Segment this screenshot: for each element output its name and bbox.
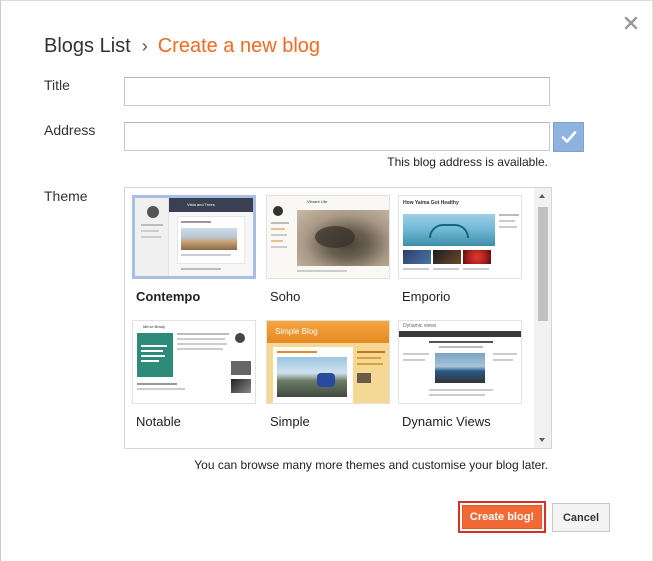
theme-contempo[interactable]: Vista and Trees Contempo bbox=[132, 195, 256, 304]
theme-name: Contempo bbox=[136, 289, 201, 304]
theme-header-text: Simple Blog bbox=[275, 327, 318, 336]
create-blog-button[interactable]: Create blog! bbox=[458, 501, 546, 533]
theme-picker: Vista and Trees Contempo Vibrant Life So… bbox=[124, 187, 552, 449]
breadcrumb-current: Create a new blog bbox=[157, 35, 321, 57]
theme-thumbnail: Vista and Trees bbox=[132, 195, 256, 279]
breadcrumb-separator: › bbox=[141, 36, 148, 56]
scroll-down-icon[interactable] bbox=[539, 438, 545, 442]
theme-header-text: Vista and Trees bbox=[187, 202, 215, 207]
scrollbar-thumb[interactable] bbox=[538, 207, 548, 321]
close-icon[interactable] bbox=[623, 15, 639, 31]
theme-emporio[interactable]: How Yaima Got Healthy Emporio bbox=[398, 195, 522, 304]
theme-name: Simple bbox=[270, 414, 310, 429]
theme-simple[interactable]: Simple Blog Simple bbox=[266, 320, 390, 429]
theme-soho[interactable]: Vibrant Life Soho bbox=[266, 195, 390, 304]
theme-name: Emporio bbox=[402, 289, 451, 304]
create-blog-label: Create blog! bbox=[462, 505, 542, 529]
browse-themes-note: You can browse many more themes and cust… bbox=[194, 458, 548, 472]
theme-label: Theme bbox=[44, 188, 88, 204]
scroll-up-icon[interactable] bbox=[539, 194, 545, 198]
theme-header-text: Dynamic views bbox=[403, 323, 437, 329]
checkmark-icon bbox=[561, 131, 576, 143]
address-check-button[interactable] bbox=[553, 122, 584, 152]
theme-dynamic-views[interactable]: Dynamic views Dynamic Views bbox=[398, 320, 522, 429]
cancel-button[interactable]: Cancel bbox=[552, 503, 610, 532]
title-input[interactable] bbox=[124, 77, 550, 106]
create-blog-dialog: Blogs List › Create a new blog Title Addre… bbox=[0, 0, 653, 561]
theme-thumbnail: How Yaima Got Healthy bbox=[398, 195, 522, 279]
address-status: This blog address is available. bbox=[387, 155, 548, 169]
theme-notable[interactable]: Mirror Brady Notable bbox=[132, 320, 256, 429]
breadcrumb-blogs-list[interactable]: Blogs List bbox=[44, 35, 131, 57]
address-input[interactable] bbox=[124, 122, 550, 151]
theme-thumbnail: Vibrant Life bbox=[266, 195, 390, 279]
theme-thumbnail: Simple Blog bbox=[266, 320, 390, 404]
title-label: Title bbox=[44, 77, 70, 93]
theme-thumbnail: Dynamic views bbox=[398, 320, 522, 404]
theme-header-text: Mirror Brady bbox=[143, 324, 166, 329]
theme-scrollbar[interactable] bbox=[534, 188, 551, 448]
theme-header-text: How Yaima Got Healthy bbox=[403, 200, 459, 206]
theme-name: Dynamic Views bbox=[402, 414, 491, 429]
address-label: Address bbox=[44, 122, 96, 138]
theme-thumbnail: Mirror Brady bbox=[132, 320, 256, 404]
theme-name: Notable bbox=[136, 414, 181, 429]
theme-header-text: Vibrant Life bbox=[307, 199, 328, 204]
theme-name: Soho bbox=[270, 289, 301, 304]
breadcrumb: Blogs List › Create a new blog bbox=[44, 33, 320, 59]
